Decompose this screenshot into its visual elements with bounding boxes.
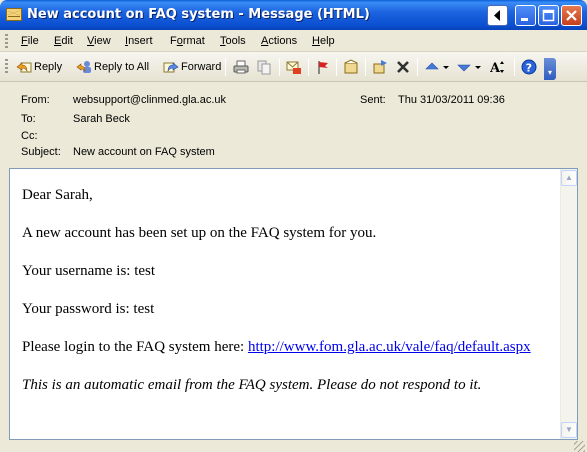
- title-bar[interactable]: New account on FAQ system - Message (HTM…: [0, 0, 587, 30]
- address-book-icon: [343, 59, 359, 75]
- minimize-button[interactable]: [515, 5, 536, 26]
- back-icon[interactable]: [487, 5, 508, 26]
- copy-button[interactable]: [256, 58, 272, 76]
- chevron-down-icon[interactable]: [474, 59, 482, 75]
- toolbar-divider: [417, 58, 418, 76]
- reply-icon: [16, 59, 32, 75]
- reply-all-icon: [76, 59, 92, 75]
- forward-button[interactable]: Forward: [163, 58, 221, 76]
- to-label: To:: [21, 113, 36, 125]
- move-to-folder-icon: [286, 59, 302, 75]
- next-item-button[interactable]: [456, 58, 482, 76]
- body-paragraph: A new account has been set up on the FAQ…: [22, 225, 377, 241]
- menu-bar: File Edit View Insert Format Tools Actio…: [0, 30, 587, 52]
- help-button[interactable]: ?: [521, 58, 537, 76]
- copy-icon: [256, 59, 272, 75]
- status-area: [0, 441, 587, 452]
- automatic-notice-text: This is an automatic email from the FAQ …: [22, 377, 482, 393]
- toolbar-divider: [308, 58, 309, 76]
- svg-text:?: ?: [526, 62, 532, 75]
- delete-button[interactable]: [395, 58, 411, 76]
- subject-label: Subject:: [21, 146, 61, 158]
- message-envelope-icon: [6, 8, 22, 21]
- reply-all-button[interactable]: Reply to All: [76, 58, 149, 76]
- menu-format[interactable]: Format: [170, 35, 205, 47]
- next-item-icon: [456, 59, 472, 75]
- reply-label: Reply: [34, 61, 63, 73]
- print-icon: [233, 59, 249, 75]
- reply-all-label: Reply to All: [94, 61, 150, 73]
- toolbar-divider: [365, 58, 366, 76]
- menu-grip-handle[interactable]: [5, 34, 8, 48]
- previous-item-icon: [424, 59, 440, 75]
- subject-value: New account on FAQ system: [73, 146, 215, 158]
- password-line: Your password is: test: [22, 301, 155, 317]
- menu-insert[interactable]: Insert: [125, 35, 153, 47]
- scroll-down-icon[interactable]: ▼: [561, 422, 577, 438]
- from-label: From:: [21, 94, 50, 106]
- standard-toolbar: Reply Reply to All Forward A ?: [0, 52, 587, 82]
- menu-actions[interactable]: Actions: [261, 35, 297, 47]
- print-button[interactable]: [233, 58, 249, 76]
- address-book-button[interactable]: [343, 58, 359, 76]
- toolbar-divider: [336, 58, 337, 76]
- toolbar-divider: [225, 58, 226, 76]
- login-line: Please login to the FAQ system here: htt…: [22, 339, 531, 356]
- previous-item-button[interactable]: [424, 58, 450, 76]
- close-button[interactable]: [561, 5, 582, 26]
- delete-icon: [395, 59, 411, 75]
- login-prefix-text: Please login to the FAQ system here:: [22, 339, 248, 355]
- menu-help[interactable]: Help: [312, 35, 335, 47]
- sent-value: Thu 31/03/2011 09:36: [398, 94, 505, 106]
- reply-button[interactable]: Reply: [16, 58, 62, 76]
- svg-text:A: A: [490, 61, 501, 75]
- help-icon: ?: [521, 59, 537, 75]
- flag-button[interactable]: [315, 58, 331, 76]
- menu-tools[interactable]: Tools: [220, 35, 246, 47]
- move-to-folder-button[interactable]: [286, 58, 302, 76]
- to-value[interactable]: Sarah Beck: [73, 113, 130, 125]
- sent-label: Sent:: [360, 94, 386, 106]
- font-size-button[interactable]: A: [489, 58, 506, 76]
- toolbar-grip-handle[interactable]: [5, 59, 8, 75]
- message-body[interactable]: Dear Sarah, A new account has been set u…: [9, 168, 578, 440]
- move-button[interactable]: [372, 58, 388, 76]
- toolbar-divider: [514, 58, 515, 76]
- maximize-button[interactable]: [538, 5, 559, 26]
- faq-login-link[interactable]: http://www.fom.gla.ac.uk/vale/faq/defaul…: [248, 339, 531, 355]
- toolbar-overflow-chevron-icon[interactable]: ▾: [544, 58, 556, 80]
- message-header: From: websupport@clinmed.gla.ac.uk Sent:…: [0, 83, 587, 167]
- cc-label: Cc:: [21, 130, 38, 142]
- menu-view[interactable]: View: [87, 35, 111, 47]
- scroll-up-icon[interactable]: ▲: [561, 170, 577, 186]
- window-title: New account on FAQ system - Message (HTM…: [27, 7, 370, 22]
- from-value[interactable]: websupport@clinmed.gla.ac.uk: [73, 94, 226, 106]
- move-icon: [372, 59, 388, 75]
- font-size-icon: A: [489, 59, 506, 76]
- menu-edit[interactable]: Edit: [54, 35, 73, 47]
- forward-icon: [163, 59, 179, 75]
- greeting-text: Dear Sarah,: [22, 187, 93, 203]
- chevron-down-icon[interactable]: [442, 59, 450, 75]
- menu-file[interactable]: File: [21, 35, 39, 47]
- vertical-scrollbar[interactable]: ▲ ▼: [560, 169, 577, 439]
- toolbar-divider: [279, 58, 280, 76]
- forward-label: Forward: [181, 61, 222, 73]
- resize-grip-icon[interactable]: [574, 441, 585, 452]
- flag-icon: [315, 59, 331, 75]
- username-line: Your username is: test: [22, 263, 156, 279]
